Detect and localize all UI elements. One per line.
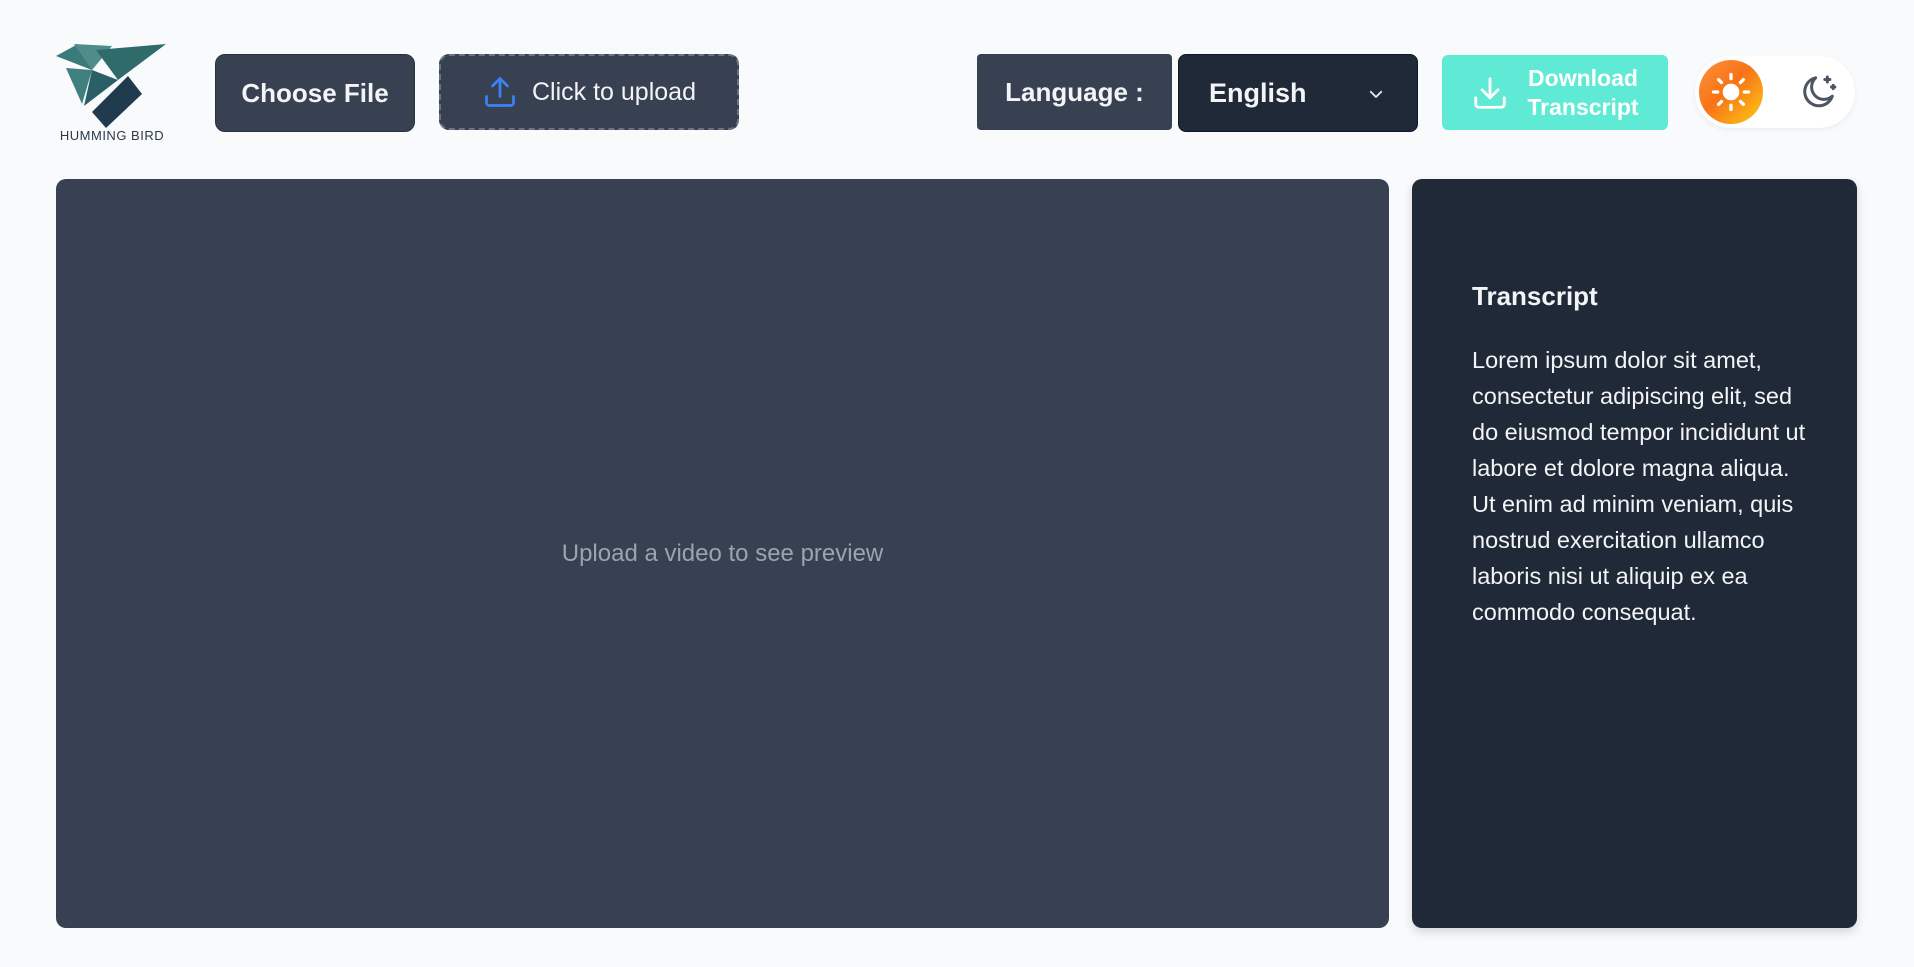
upload-label: Click to upload	[532, 77, 696, 106]
video-preview-area[interactable]: Upload a video to see preview	[56, 179, 1389, 928]
language-label: Language :	[977, 54, 1172, 130]
download-transcript-button[interactable]: Download Transcript	[1442, 55, 1668, 130]
language-selected-value: English	[1209, 77, 1307, 108]
download-icon	[1474, 76, 1507, 109]
download-label: Download Transcript	[1527, 64, 1639, 120]
transcript-panel: Transcript Lorem ipsum dolor sit amet, c…	[1412, 179, 1857, 928]
theme-toggle	[1695, 56, 1855, 128]
transcript-body: Lorem ipsum dolor sit amet, consectetur …	[1472, 347, 1806, 625]
humming-bird-logo-icon	[56, 44, 166, 128]
light-theme-button[interactable]	[1699, 60, 1763, 124]
choose-file-button[interactable]: Choose File	[215, 54, 415, 132]
moon-icon	[1803, 75, 1837, 108]
logo-text: HUMMING BIRD	[59, 128, 165, 143]
logo: HUMMING BIRD	[56, 40, 168, 146]
language-select[interactable]: English	[1178, 54, 1418, 132]
header: HUMMING BIRD Choose File Click to upload…	[0, 0, 1914, 180]
upload-icon	[485, 77, 515, 107]
click-to-upload-button[interactable]: Click to upload	[439, 54, 739, 130]
preview-placeholder: Upload a video to see preview	[561, 539, 884, 567]
sun-icon	[1711, 72, 1751, 112]
transcript-title: Transcript	[1472, 281, 1598, 311]
dark-theme-button[interactable]	[1787, 60, 1851, 124]
chevron-down-icon	[1369, 90, 1383, 98]
